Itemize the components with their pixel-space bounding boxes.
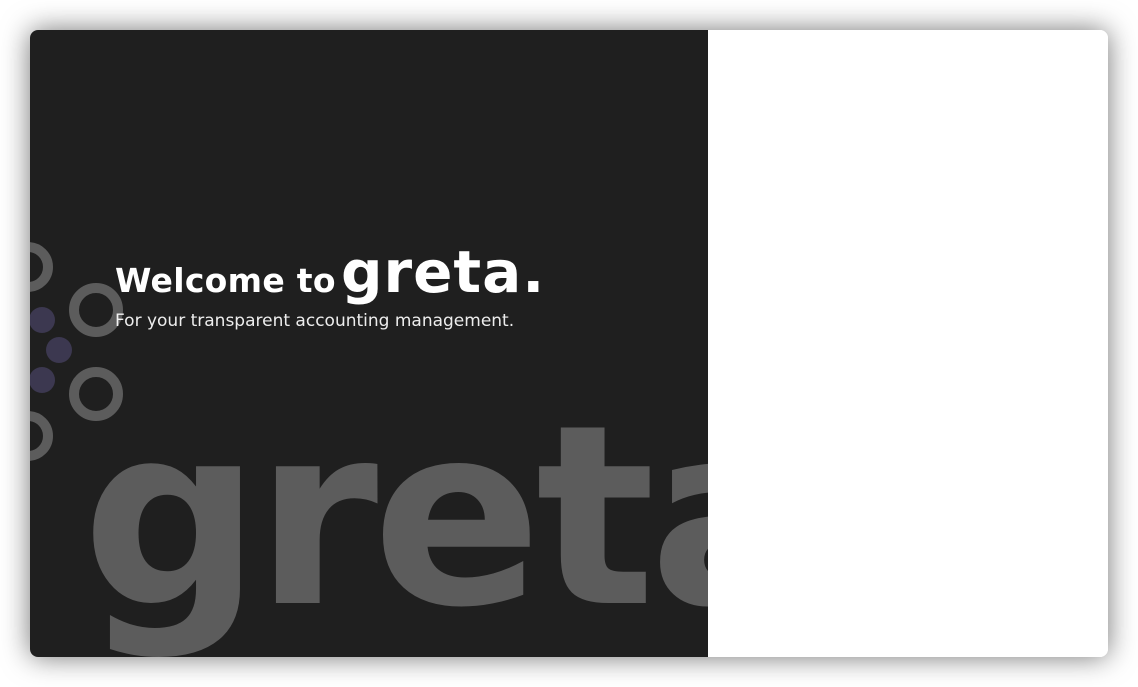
ring-decoration: [69, 283, 123, 337]
content-panel: [708, 30, 1108, 657]
welcome-panel: greta Welcome to greta. For your transpa…: [30, 30, 708, 657]
brand-name: greta.: [340, 238, 546, 306]
brand-watermark: greta: [82, 371, 708, 657]
dot-decoration: [30, 367, 55, 393]
welcome-prefix: Welcome to: [115, 261, 336, 300]
dot-decoration: [30, 307, 55, 333]
ring-decoration: [30, 411, 53, 461]
dot-decoration: [46, 337, 72, 363]
tagline: For your transparent accounting manageme…: [115, 311, 515, 331]
ring-decoration: [69, 367, 123, 421]
welcome-heading: Welcome to greta.: [115, 238, 545, 306]
app-window: greta Welcome to greta. For your transpa…: [30, 30, 1108, 657]
ring-decoration: [30, 242, 53, 292]
